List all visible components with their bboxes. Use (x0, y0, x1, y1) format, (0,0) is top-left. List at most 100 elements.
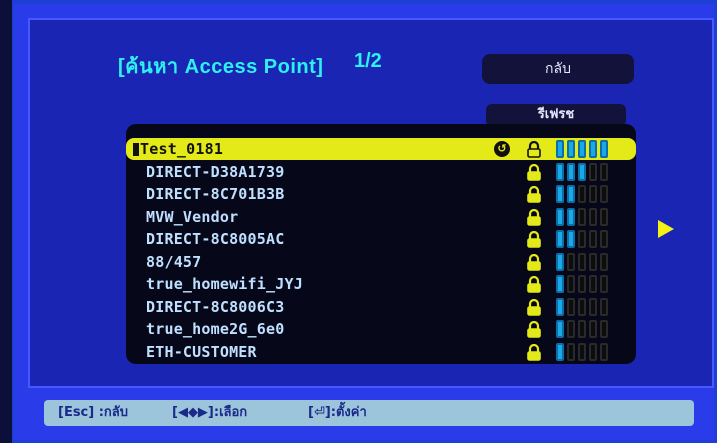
signal-bar (600, 320, 608, 338)
signal-bar (600, 140, 608, 158)
ssid-label: Test_0181 (140, 140, 224, 158)
access-point-row[interactable]: 88/457 (126, 251, 636, 273)
ssid-label: MVW_Vendor (146, 207, 239, 226)
ssid-label: DIRECT-8C8006C3 (146, 297, 285, 316)
signal-bar (589, 252, 597, 271)
signal-bar (578, 140, 586, 158)
page-indicator: 1/2 (354, 50, 382, 72)
signal-bar (589, 140, 597, 158)
signal-bar (600, 185, 608, 203)
signal-bar (589, 320, 597, 338)
signal-bar (567, 342, 575, 361)
select-hint: [◀◆▶]:เลือก (172, 405, 248, 420)
key-hint-bar: [Esc] :กลับ [◀◆▶]:เลือก [⏎]:ตั้งค่า (44, 400, 694, 426)
signal-bar (567, 320, 575, 338)
access-point-row[interactable]: DIRECT-8C8005AC (126, 228, 636, 250)
back-button[interactable]: กลับ (482, 54, 634, 84)
projector-screen: [ค้นหา Access Point] 1/2 กลับ รีเฟรช Tes… (14, 4, 714, 440)
signal-bar (567, 140, 575, 158)
refresh-button[interactable]: รีเฟรช (486, 104, 626, 126)
signal-bar (567, 252, 575, 271)
signal-bar (600, 275, 608, 293)
signal-bar (589, 297, 597, 316)
access-point-list: Test_0181 ↺ DIRECT-D38A1739 DIRECT-8C701B3B… (126, 124, 636, 364)
access-point-row[interactable]: ETH-CUSTOMER (126, 341, 636, 363)
signal-strength (556, 162, 616, 181)
access-point-row[interactable]: DIRECT-8C701B3B (126, 183, 636, 205)
lock-icon (526, 343, 542, 361)
signal-strength (556, 342, 616, 361)
signal-bar (578, 230, 586, 248)
signal-bar (556, 140, 564, 158)
signal-bar (567, 185, 575, 203)
lock-icon (526, 163, 542, 181)
signal-bar (556, 162, 564, 181)
signal-bar (578, 275, 586, 293)
signal-bar (556, 342, 564, 361)
signal-strength (556, 252, 616, 271)
signal-strength (556, 207, 616, 226)
access-point-row[interactable]: Test_0181 ↺ (126, 138, 636, 160)
signal-bar (567, 297, 575, 316)
signal-strength (556, 140, 616, 158)
access-point-row[interactable]: true_home2G_6e0 (126, 318, 636, 340)
signal-strength (556, 320, 616, 338)
lock-icon (526, 185, 542, 203)
lock-icon (526, 253, 542, 271)
signal-bar (556, 320, 564, 338)
signal-bar (589, 162, 597, 181)
page-title: [ค้นหา Access Point] (118, 56, 324, 78)
signal-bar (556, 207, 564, 226)
signal-bar (567, 275, 575, 293)
access-point-row[interactable]: DIRECT-8C8006C3 (126, 296, 636, 318)
signal-strength (556, 275, 616, 293)
signal-strength (556, 297, 616, 316)
signal-bar (589, 207, 597, 226)
lock-icon (526, 140, 542, 158)
signal-strength (556, 230, 616, 248)
signal-bar (567, 230, 575, 248)
signal-bar (578, 185, 586, 203)
access-point-row[interactable]: DIRECT-D38A1739 (126, 161, 636, 183)
lock-icon (526, 230, 542, 248)
ssid-label: 88/457 (146, 252, 202, 271)
ssid-label: DIRECT-8C8005AC (146, 230, 285, 248)
lock-icon (526, 208, 542, 226)
signal-bar (556, 297, 564, 316)
ssid-label: true_home2G_6e0 (146, 320, 285, 338)
ssid-label: DIRECT-D38A1739 (146, 162, 285, 181)
signal-bar (578, 162, 586, 181)
signal-bar (578, 297, 586, 316)
signal-bar (600, 207, 608, 226)
signal-bar (589, 275, 597, 293)
access-point-row[interactable]: true_homewifi_JYJ (126, 273, 636, 295)
ssid-label: true_homewifi_JYJ (146, 275, 303, 293)
signal-bar (578, 207, 586, 226)
access-point-panel: [ค้นหา Access Point] 1/2 กลับ รีเฟรช Tes… (28, 18, 714, 388)
arrow-right-icon[interactable] (658, 220, 674, 238)
signal-bar (567, 207, 575, 226)
signal-bar (556, 275, 564, 293)
signal-bar (589, 230, 597, 248)
signal-bar (589, 342, 597, 361)
signal-bar (556, 185, 564, 203)
ssid-label: ETH-CUSTOMER (146, 342, 257, 361)
text-cursor (133, 143, 139, 156)
signal-bar (589, 185, 597, 203)
signal-bar (556, 230, 564, 248)
signal-bar (578, 342, 586, 361)
signal-strength (556, 185, 616, 203)
lock-icon (526, 320, 542, 338)
signal-bar (556, 252, 564, 271)
signal-bar (600, 342, 608, 361)
signal-bar (578, 252, 586, 271)
signal-bar (600, 297, 608, 316)
signal-bar (578, 320, 586, 338)
connected-icon: ↺ (494, 141, 510, 157)
ssid-label: DIRECT-8C701B3B (146, 185, 285, 203)
signal-bar (567, 162, 575, 181)
enter-hint: [⏎]:ตั้งค่า (308, 405, 367, 420)
access-point-row[interactable]: MVW_Vendor (126, 206, 636, 228)
screen-edge (0, 0, 12, 443)
signal-bar (600, 252, 608, 271)
